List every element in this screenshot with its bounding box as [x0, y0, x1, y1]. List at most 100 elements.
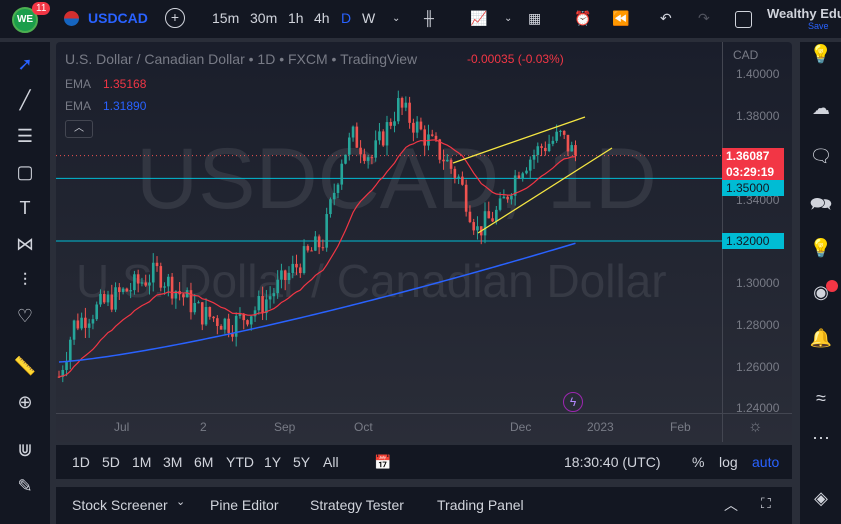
text-icon[interactable]: T	[13, 198, 37, 222]
candle-body	[291, 263, 295, 273]
candle-body	[310, 250, 313, 252]
candle-body	[136, 274, 140, 284]
candle-body	[227, 318, 230, 333]
trendline-icon[interactable]: ╱	[13, 90, 37, 114]
candle-body	[574, 145, 577, 156]
chevron-down-icon[interactable]: ⌄	[392, 13, 400, 24]
chevron-down-icon[interactable]: ⌄	[176, 495, 185, 508]
collapse-legend-button[interactable]: ︿	[65, 120, 93, 138]
layout-grid-icon[interactable]: ▦	[528, 10, 541, 27]
bell-icon[interactable]: 🔔	[808, 328, 834, 354]
ideas-bulb-icon[interactable]: 💡	[808, 44, 834, 70]
log-toggle[interactable]: log	[719, 454, 738, 470]
event-icon[interactable]: ϟ	[563, 392, 583, 412]
messages-icon[interactable]: 🗪	[808, 192, 834, 218]
pattern-icon[interactable]: ▢	[13, 162, 37, 186]
redo-icon[interactable]: ↷	[698, 10, 710, 27]
date-tick: Jul	[114, 420, 130, 434]
lock-draw-icon[interactable]: ✎	[13, 476, 37, 500]
layout-name[interactable]: Wealthy Edu	[767, 6, 841, 21]
chat-cloud-icon[interactable]: ☁	[808, 98, 834, 124]
last-price: 1.36087	[726, 149, 770, 163]
range-5d[interactable]: 5D	[102, 454, 120, 470]
replay-icon[interactable]: ⏪	[612, 10, 629, 27]
tab-pine-editor[interactable]: Pine Editor	[210, 497, 278, 513]
date-tick: Oct	[354, 420, 373, 434]
streams-bulb-icon[interactable]: 💡	[808, 238, 834, 264]
range-1d[interactable]: 1D	[72, 454, 90, 470]
date-tick: Dec	[510, 420, 532, 434]
undo-icon[interactable]: ↶	[660, 10, 672, 27]
date-range-icon[interactable]: 📅	[374, 454, 391, 471]
collapse-chevrons-icon[interactable]: ≈	[808, 388, 834, 414]
add-symbol-icon[interactable]: +	[165, 8, 185, 28]
range-1y[interactable]: 1Y	[264, 454, 281, 470]
zoom-icon[interactable]: ⊕	[13, 392, 37, 416]
candle-body	[510, 195, 513, 200]
forecast-icon[interactable]: ⫶	[13, 270, 37, 294]
fib-icon[interactable]: ☰	[13, 126, 37, 150]
range-all[interactable]: All	[323, 454, 339, 470]
tab-stock-screener[interactable]: Stock Screener	[72, 497, 168, 513]
interval-w[interactable]: W	[362, 10, 375, 26]
candle-body	[347, 137, 351, 155]
candle-body	[453, 168, 457, 178]
interval-4h[interactable]: 4h	[314, 10, 330, 26]
candle-body	[559, 130, 562, 132]
candle-body	[95, 304, 98, 320]
expand-panel-icon[interactable]: ︿	[724, 495, 738, 515]
candle-body	[540, 146, 543, 148]
candle-body	[249, 316, 253, 325]
candle-body	[276, 279, 279, 294]
candle-body	[314, 236, 317, 251]
heart-icon[interactable]: ♡	[13, 306, 37, 330]
range-1m[interactable]: 1M	[132, 454, 151, 470]
maximize-icon[interactable]: ⛶	[761, 495, 771, 512]
range-6m[interactable]: 6M	[194, 454, 213, 470]
tab-trading-panel[interactable]: Trading Panel	[437, 497, 524, 513]
candle-body	[76, 320, 80, 329]
range-ytd[interactable]: YTD	[226, 454, 254, 470]
currency-select[interactable]: CAD	[733, 48, 758, 62]
auto-toggle[interactable]: auto	[752, 454, 779, 470]
xabcd-icon[interactable]: ⋈	[13, 234, 37, 258]
candle-body	[393, 121, 396, 126]
candle-body	[106, 294, 110, 303]
alert-clock-icon[interactable]: ⏰	[574, 10, 591, 27]
candle-body	[457, 176, 460, 178]
candle-body	[329, 199, 332, 215]
interval-15m[interactable]: 15m	[212, 10, 239, 26]
tab-strategy-tester[interactable]: Strategy Tester	[310, 497, 404, 513]
candle-body	[155, 262, 159, 267]
price-tick: 1.38000	[736, 109, 780, 123]
price-plot[interactable]	[56, 42, 792, 442]
settings-gear-icon[interactable]: ☼	[748, 418, 763, 436]
magnet-icon[interactable]: ⋓	[13, 440, 37, 464]
fullscreen-box-icon[interactable]	[735, 11, 752, 28]
range-3m[interactable]: 3M	[163, 454, 182, 470]
indicators-icon[interactable]: 📈	[470, 10, 487, 27]
symbol-search[interactable]: USDCAD	[88, 10, 148, 26]
chart-pane[interactable]: USDCAD, 1D U.S. Dollar / Canadian Dollar…	[56, 42, 792, 442]
interval-d[interactable]: D	[341, 10, 351, 26]
more-icon[interactable]: ⋯	[808, 428, 834, 454]
percent-toggle[interactable]: %	[692, 454, 704, 470]
candle-body	[306, 246, 310, 251]
clock-time[interactable]: 18:30:40 (UTC)	[564, 454, 660, 470]
range-5y[interactable]: 5Y	[293, 454, 310, 470]
candle-body	[129, 290, 132, 292]
chats-icon[interactable]: 🗨	[808, 146, 834, 172]
candles-icon[interactable]: ╫	[424, 10, 434, 26]
flag-icon	[64, 11, 79, 26]
interval-30m[interactable]: 30m	[250, 10, 277, 26]
candle-body	[216, 318, 219, 326]
save-button[interactable]: Save	[808, 21, 829, 31]
chevron-down-icon[interactable]: ⌄	[504, 13, 512, 24]
interval-1h[interactable]: 1h	[288, 10, 304, 26]
layers-icon[interactable]: ◈	[808, 488, 834, 514]
ruler-icon[interactable]: 📏	[13, 356, 37, 380]
candle-body	[151, 262, 155, 283]
candle-body	[495, 209, 498, 222]
cursor-icon[interactable]: ➚	[13, 54, 37, 78]
drawing-toolbar: ➚ ╱ ☰ ▢ T ⋈ ⫶ ♡ 📏 ⊕ ⋓ ✎	[0, 42, 50, 524]
